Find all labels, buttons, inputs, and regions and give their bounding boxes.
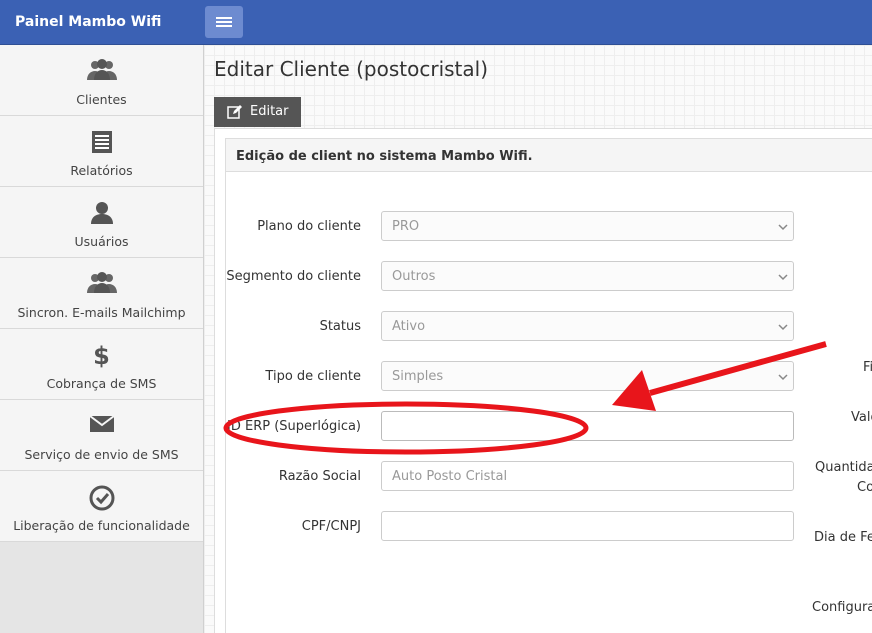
id-erp-label: ID ERP (Superlógica) (227, 419, 361, 434)
razao-input[interactable]: Auto Posto Cristal (381, 461, 794, 491)
status-label: Status (319, 319, 361, 334)
sidebar-item-label: Liberação de funcionalidade (13, 518, 190, 533)
tipo-label: Tipo de cliente (265, 369, 361, 384)
plano-select[interactable]: PRO (381, 211, 794, 241)
check-circle-icon (0, 485, 203, 511)
users-icon (0, 59, 203, 85)
sidebar-item-clientes[interactable]: Clientes (0, 45, 203, 116)
tipo-value: Simples (392, 369, 444, 384)
dollar-icon: $ (93, 342, 110, 370)
segmento-label: Segmento do cliente (226, 269, 361, 284)
user-icon (0, 201, 203, 227)
sidebar-item-label: Clientes (76, 92, 127, 107)
panel-heading: Edição de client no sistema Mambo Wifi. (226, 139, 872, 172)
cpf-label: CPF/CNPJ (301, 519, 361, 534)
segmento-value: Outros (392, 269, 436, 284)
status-value: Ativo (392, 319, 426, 334)
envelope-icon (0, 414, 203, 440)
document-icon (0, 130, 203, 156)
sidebar-item-usuarios[interactable]: Usuários (0, 187, 203, 258)
right-label: Quantida (815, 460, 872, 475)
cpf-input[interactable] (381, 511, 794, 541)
sidebar-item-cobranca-sms[interactable]: $ Cobrança de SMS (0, 329, 203, 400)
sidebar-item-label: Sincron. E-mails Mailchimp (17, 305, 186, 320)
menu-toggle-button[interactable] (205, 6, 243, 38)
tab-editar[interactable]: Editar (214, 97, 301, 127)
sidebar-item-relatorios[interactable]: Relatórios (0, 116, 203, 187)
razao-label: Razão Social (278, 469, 361, 484)
segmento-select[interactable]: Outros (381, 261, 794, 291)
sidebar-item-mailchimp[interactable]: Sincron. E-mails Mailchimp (0, 258, 203, 329)
sidebar: Clientes Relatórios Usuários Sincron. E-… (0, 45, 204, 633)
right-label: Valo (851, 410, 872, 425)
plano-label: Plano do cliente (257, 219, 361, 234)
status-select[interactable]: Ativo (381, 311, 794, 341)
right-label: Co (857, 480, 872, 495)
plano-value: PRO (392, 219, 420, 234)
right-label: Fi (863, 360, 872, 375)
page-title: Editar Cliente (postocristal) (214, 57, 489, 81)
right-label: Dia de Fec (814, 530, 872, 545)
chevron-down-icon (778, 324, 788, 331)
right-label: Configura (812, 600, 872, 615)
sidebar-item-label: Relatórios (70, 163, 133, 178)
sidebar-item-label: Cobrança de SMS (46, 376, 157, 391)
sidebar-item-liberacao[interactable]: Liberação de funcionalidade (0, 471, 203, 542)
tipo-select[interactable]: Simples (381, 361, 794, 391)
sidebar-item-envio-sms[interactable]: Serviço de envio de SMS (0, 400, 203, 471)
tab-label: Editar (250, 104, 289, 119)
chevron-down-icon (778, 374, 788, 381)
razao-value: Auto Posto Cristal (392, 469, 508, 484)
chevron-down-icon (778, 274, 788, 281)
panel-heading-text: Edição de client no sistema Mambo Wifi. (236, 149, 533, 164)
sidebar-item-label: Usuários (74, 234, 129, 249)
users-icon (0, 272, 203, 298)
brand-title[interactable]: Painel Mambo Wifi (15, 14, 161, 30)
top-navbar: Painel Mambo Wifi (0, 0, 872, 45)
chevron-down-icon (778, 224, 788, 231)
hamburger-icon (216, 17, 232, 19)
sidebar-item-label: Serviço de envio de SMS (24, 447, 179, 462)
id-erp-input[interactable] (381, 411, 794, 441)
edit-icon (227, 105, 242, 123)
